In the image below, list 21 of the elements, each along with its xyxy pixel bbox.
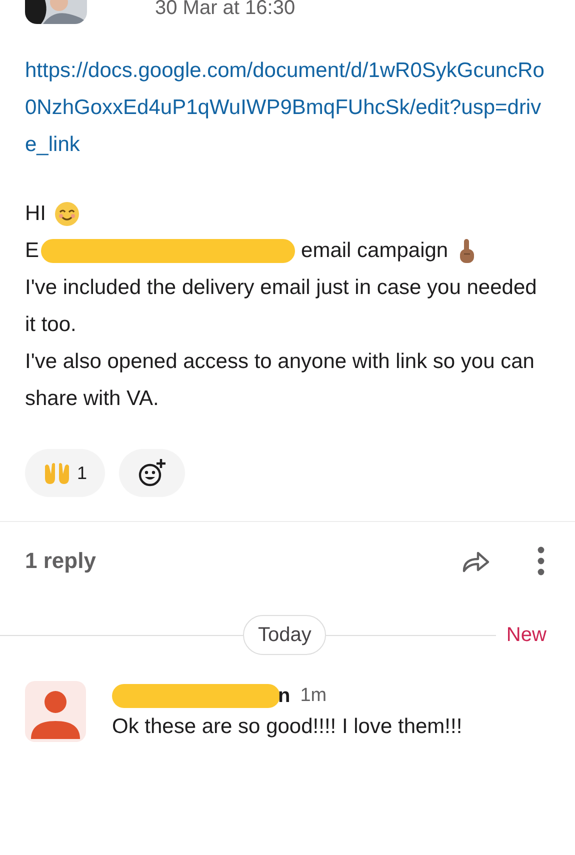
reply-text: Ok these are so good!!!! I love them!!!	[112, 714, 462, 740]
timestamp: 30 Mar at 16:30	[155, 0, 296, 18]
reply-count[interactable]: 1 reply	[25, 544, 96, 577]
pointing-hand-icon	[458, 238, 476, 264]
user-avatar-icon	[25, 681, 86, 742]
sender-name: n	[278, 684, 290, 709]
more-options-icon[interactable]	[537, 546, 545, 576]
smiling-face-icon	[54, 200, 80, 226]
add-emoji-icon	[137, 458, 168, 488]
message-text: email campaign	[301, 238, 448, 264]
date-divider-label: Today	[243, 615, 326, 655]
message-text: E	[25, 238, 40, 264]
reaction-button[interactable]: 1	[25, 449, 106, 497]
message-text: I've included the delivery email just in case you needed it too.	[25, 275, 538, 338]
message-text: I've also opened access to anyone with link so you can share with VA.	[25, 349, 536, 412]
new-messages-label: New	[506, 623, 546, 648]
add-reaction-button[interactable]	[119, 449, 186, 497]
message-time: 1m	[300, 684, 327, 708]
greeting-text: HI	[25, 201, 46, 227]
raised-hands-icon	[43, 462, 71, 484]
document-link[interactable]: https://docs.google.com/document/d/1wR0SykGcuncRo0NzhGoxxEd4uP1qWuIWP9BmqFUhcSk/edit?usp=drive_link	[25, 52, 545, 163]
